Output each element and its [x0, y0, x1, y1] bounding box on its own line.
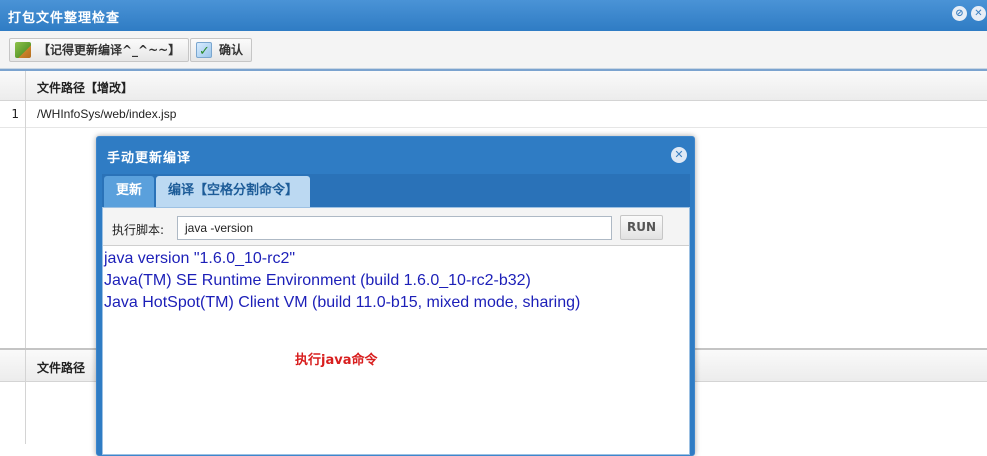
dialog-tabbar: 更新 编译【空格分割命令】: [102, 174, 690, 207]
column-header-file-path[interactable]: 文件路径【增改】: [37, 79, 133, 96]
close-icon[interactable]: ✕: [671, 147, 687, 163]
row-number-header: [0, 71, 26, 101]
output-line: java version "1.6.0_10-rc2": [104, 250, 296, 267]
file-path-cell[interactable]: /WHInfoSys/web/index.jsp: [37, 107, 176, 121]
file-grid: 文件路径【增改】 1 /WHInfoSys/web/index.jsp: [0, 69, 987, 128]
row-number-divider-2: [25, 382, 26, 444]
settings-icon[interactable]: ⊘: [952, 6, 967, 21]
script-row: 执行脚本: java -version RUN: [103, 208, 689, 246]
run-button[interactable]: RUN: [620, 215, 663, 240]
check-icon: [196, 41, 212, 63]
confirm-label: 确认: [219, 43, 244, 57]
tab-update[interactable]: 更新: [104, 176, 155, 207]
grid-header: 文件路径【增改】: [0, 71, 987, 101]
main-window: 打包文件整理检查 ⊘ ✕ 【记得更新编译^_^~~】 确认 文件路径【增改】 1…: [0, 0, 987, 456]
annotation-label: 执行java命令: [295, 353, 378, 368]
tab-compile[interactable]: 编译【空格分割命令】: [156, 176, 311, 207]
row-number: 1: [0, 101, 26, 128]
row-number-divider: [25, 127, 26, 348]
script-label: 执行脚本:: [112, 223, 165, 237]
compile-panel: 执行脚本: java -version RUN java version "1.…: [102, 207, 690, 455]
confirm-button[interactable]: 确认: [190, 38, 253, 63]
toolbar: 【记得更新编译^_^~~】 确认: [0, 31, 987, 69]
output-console: java version "1.6.0_10-rc2" Java(TM) SE …: [103, 248, 689, 454]
package-icon: [15, 42, 31, 58]
output-line: Java HotSpot(TM) Client VM (build 11.0-b…: [104, 294, 581, 311]
script-input[interactable]: java -version: [177, 216, 612, 240]
dialog-title: 手动更新编译: [107, 151, 192, 166]
window-title: 打包文件整理检查: [8, 11, 121, 26]
table-row[interactable]: 1 /WHInfoSys/web/index.jsp: [0, 101, 987, 128]
window-titlebar: 打包文件整理检查 ⊘ ✕: [0, 0, 987, 31]
record-compile-label: 【记得更新编译^_^~~】: [38, 43, 181, 57]
close-icon[interactable]: ✕: [971, 6, 986, 21]
output-line: Java(TM) SE Runtime Environment (build 1…: [104, 272, 531, 289]
row-number-header: [0, 350, 26, 382]
record-compile-button[interactable]: 【记得更新编译^_^~~】: [9, 38, 190, 62]
column-header-file-path-2[interactable]: 文件路径: [37, 359, 85, 376]
compile-dialog: 手动更新编译 ✕ 更新 编译【空格分割命令】 执行脚本: java -versi…: [96, 136, 695, 456]
